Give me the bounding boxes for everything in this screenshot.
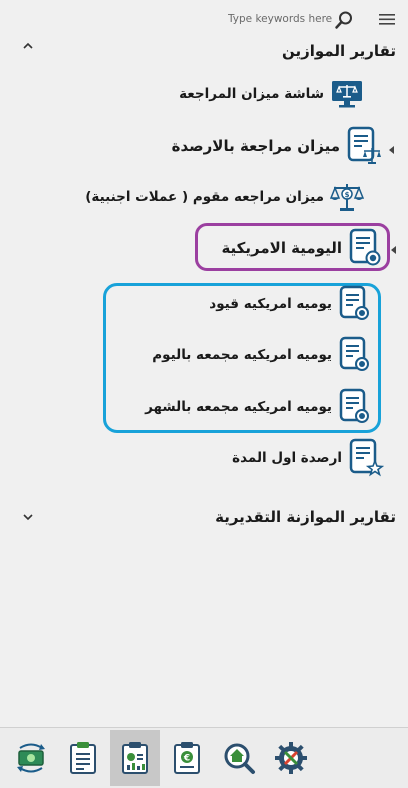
search-bar: [220, 6, 355, 32]
currency-scale-icon: $: [330, 184, 364, 211]
menu-item-label: يوميه امريكيه مجمعه بالشهر: [145, 399, 332, 415]
menu-item-label: اليومية الامريكية: [221, 239, 342, 257]
expand-arrow-icon[interactable]: [390, 240, 398, 259]
document-badge-icon: [349, 228, 381, 266]
menu-item-american-journal-entries[interactable]: يوميه امريكيه قيود: [209, 285, 372, 323]
home-search-icon: [224, 743, 255, 774]
monitor-scale-icon: [332, 81, 362, 108]
settings-tools-icon: [275, 742, 307, 774]
menu-item-label: يوميه امريكيه قيود: [209, 296, 332, 312]
expand-arrow-icon[interactable]: [388, 140, 396, 159]
menu-icon[interactable]: [378, 11, 396, 30]
menu-item-label: ارصدة اول المدة: [232, 450, 342, 466]
toolbar-button-home-search[interactable]: [214, 730, 264, 786]
toolbar-button-money-transfer[interactable]: [6, 730, 56, 786]
document-badge-icon: [339, 285, 369, 320]
expand-chevron-icon[interactable]: [22, 511, 34, 525]
menu-item-label: يوميه امريكيه مجمعه باليوم: [152, 347, 332, 363]
menu-item-american-journal[interactable]: اليومية الامريكية: [221, 228, 382, 268]
search-input[interactable]: [220, 6, 332, 32]
document-badge-icon: [339, 336, 369, 371]
money-transfer-icon: [17, 743, 45, 773]
toolbar-button-reports[interactable]: [110, 730, 160, 786]
menu-item-trial-balance-screen[interactable]: شاشة ميزان المراجعة: [179, 78, 364, 110]
menu-item-valued-trial-balance[interactable]: $ ميزان مراجعه مقوم ( عملات اجنبية): [85, 180, 364, 214]
document-scale-icon: [347, 126, 381, 164]
clipboard-icon: [70, 742, 96, 774]
menu-item-label: شاشة ميزان المراجعة: [179, 86, 324, 102]
menu-item-opening-balances[interactable]: ارصدة اول المدة: [232, 438, 384, 478]
bottom-toolbar: €: [0, 727, 408, 788]
toolbar-button-settings[interactable]: [266, 730, 316, 786]
menu-item-american-journal-by-day[interactable]: يوميه امريكيه مجمعه باليوم: [152, 336, 372, 374]
menu-item-trial-balance-with-balances[interactable]: ميزان مراجعة بالارصدة: [172, 126, 382, 166]
document-currency-icon: €: [174, 742, 200, 774]
toolbar-button-clipboard[interactable]: [58, 730, 108, 786]
menu-item-label: ميزان مراجعه مقوم ( عملات اجنبية): [85, 189, 324, 205]
document-badge-icon: [339, 388, 369, 423]
menu-item-american-journal-by-month[interactable]: يوميه امريكيه مجمعه بالشهر: [145, 388, 372, 426]
report-chart-icon: [122, 742, 148, 774]
svg-text:€: €: [183, 754, 190, 764]
menu-item-label: ميزان مراجعة بالارصدة: [171, 137, 340, 155]
svg-text:$: $: [345, 191, 350, 199]
collapse-chevron-icon[interactable]: [22, 40, 34, 54]
search-icon[interactable]: [334, 10, 354, 34]
document-star-icon: [349, 438, 384, 477]
section-estimated-budget-reports[interactable]: تقارير الموازنة التقديرية: [215, 508, 396, 526]
section-balance-reports[interactable]: تقارير الموازين: [282, 42, 396, 60]
toolbar-button-currency-document[interactable]: €: [162, 730, 212, 786]
